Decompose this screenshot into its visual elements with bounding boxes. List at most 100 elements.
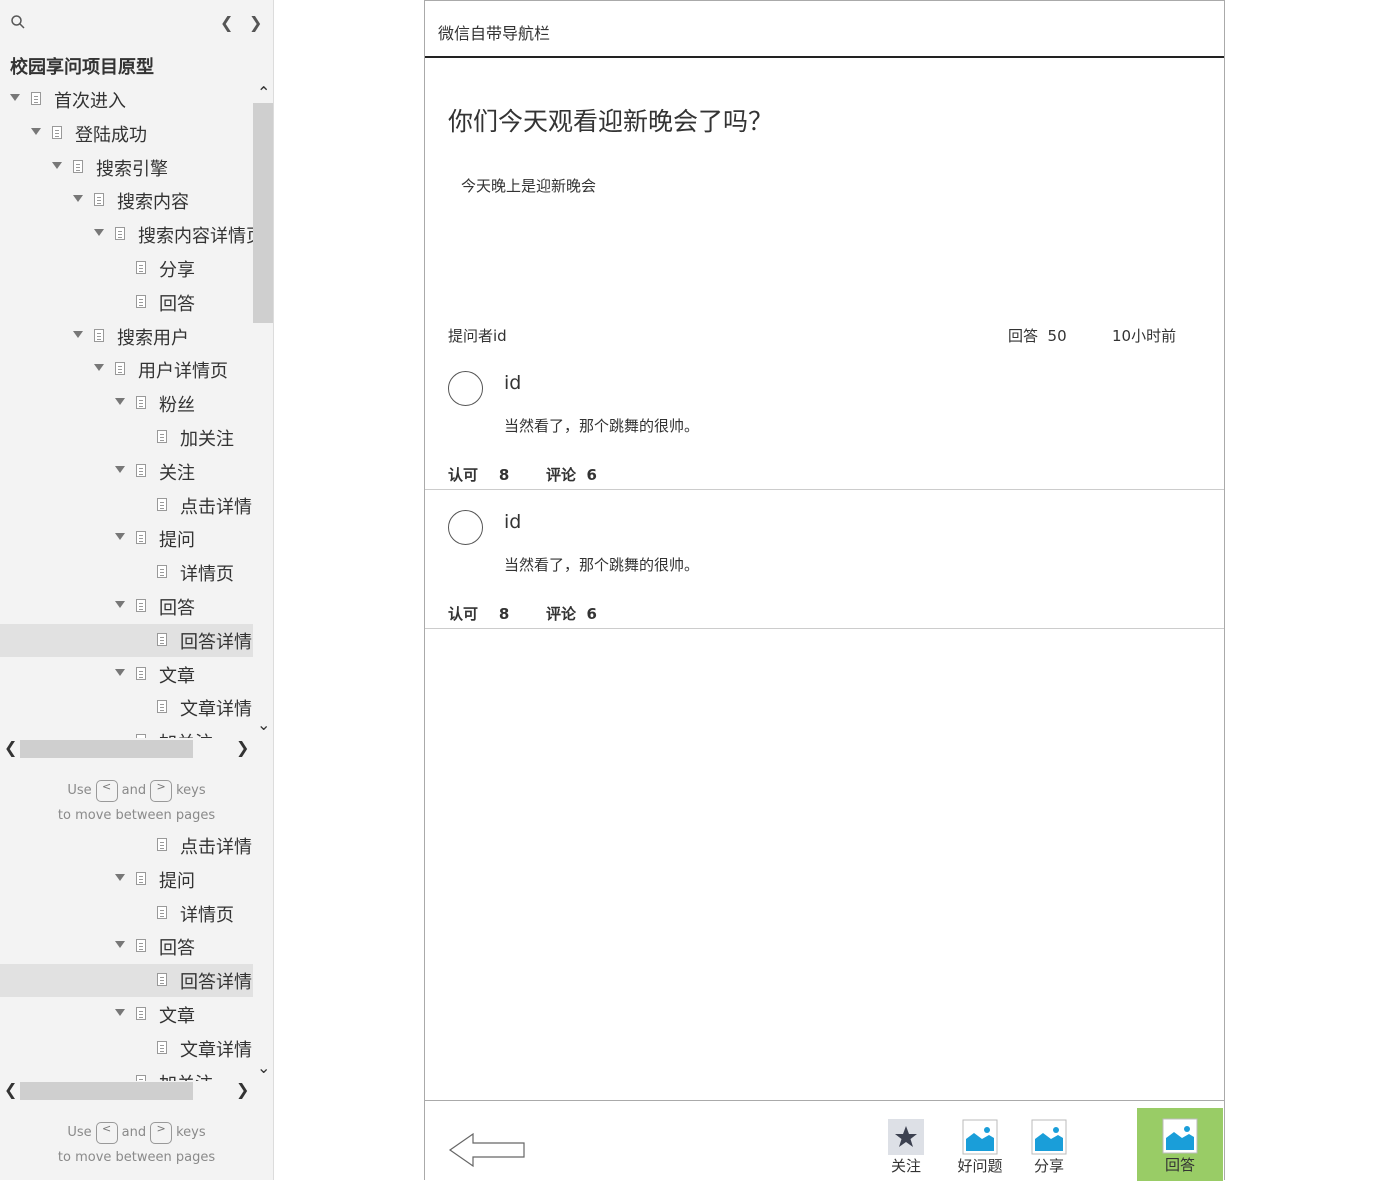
asker-id[interactable]: 提问者id [448,325,507,346]
tree-vertical-scrollbar[interactable]: ⌃ ⌄ [253,83,273,738]
image-icon [1162,1118,1198,1154]
scroll-right-icon[interactable]: ❯ [236,738,249,757]
sidebar-tree-item[interactable]: 回答 [0,590,253,623]
answer-button[interactable]: 回答 [1137,1108,1223,1181]
sidebar-tree-item[interactable]: 加关注 [0,1066,253,1081]
sidebar-tree-item[interactable]: 回答详情 [0,964,253,998]
expand-caret-icon[interactable] [115,601,125,608]
sidebar-tree-item[interactable]: 搜索内容 [0,184,253,217]
good-question-button[interactable]: 好问题 [950,1119,1010,1176]
expand-caret-icon[interactable] [115,1009,125,1016]
page-icon [136,939,146,953]
scroll-down-icon[interactable]: ⌄ [257,1058,270,1077]
prev-page-icon[interactable]: ❮ [220,13,233,32]
expand-caret-icon[interactable] [115,465,125,473]
expand-caret-icon[interactable] [115,873,125,881]
sidebar-tree-item[interactable]: 分享 [0,252,253,285]
comment-count[interactable]: 评论 6 [546,603,597,624]
avatar[interactable] [448,510,483,545]
sidebar-tree-item[interactable]: 点击详情 [0,829,253,862]
sidebar-tree-item[interactable]: 回答 [0,286,253,319]
next-page-icon[interactable]: ❯ [249,13,262,32]
scroll-right-icon[interactable]: ❯ [236,1080,249,1099]
answerer-id[interactable]: id [504,511,521,533]
sidebar-tree-label: 文章 [159,665,195,687]
expand-caret-icon[interactable] [31,127,41,135]
page-icon [136,294,146,308]
answer-item[interactable]: id 当然看了，那个跳舞的很帅。 认可 8 评论 6 [425,489,1224,629]
expand-caret-icon[interactable] [52,161,62,169]
sidebar-tree-item[interactable]: 点击详情 [0,489,253,522]
keyboard-hint: Use < and > keys to move between pages [57,779,216,823]
sidebar-tree-item[interactable]: 加关注 [0,725,253,738]
page-icon [157,700,167,714]
sidebar-tree-label: 回答详情 [180,972,252,994]
sidebar-tree-item[interactable]: 搜索引擎 [0,151,253,184]
expand-caret-icon[interactable] [94,229,104,237]
page-icon [94,328,104,342]
sidebar-tree-label: 加关注 [159,729,213,738]
prev-key-icon: < [95,779,118,802]
wechat-navbar: 微信自带导航栏 [425,0,1224,58]
sidebar-tree-item[interactable]: 详情页 [0,556,253,589]
sidebar-tree-item[interactable]: 文章 [0,658,253,691]
project-title: 校园享问项目原型 [10,57,154,78]
expand-caret-icon[interactable] [73,330,83,338]
sidebar-tree-item[interactable]: 加关注 [0,421,253,454]
sidebar-tree-item[interactable]: 回答详情 [0,623,253,657]
approve-count[interactable]: 认可 8 [448,464,509,485]
page-icon [115,227,125,241]
scrollbar-thumb[interactable] [253,103,273,323]
follow-label: 关注 [890,1157,921,1175]
sidebar-tree-item[interactable]: 用户详情页 [0,353,253,386]
expand-caret-icon[interactable] [115,398,125,406]
tree-horizontal-scrollbar[interactable]: ❮ ❯ [0,738,253,760]
avatar[interactable] [448,371,483,406]
sidebar-tree-item[interactable]: 搜索内容详情页 [0,218,253,251]
sidebar-tree-item[interactable]: 登陆成功 [0,117,253,150]
sidebar-tree-item[interactable]: 回答 [0,930,253,963]
scroll-down-icon[interactable]: ⌄ [257,715,270,734]
sidebar-tree-item[interactable]: 提问 [0,522,253,555]
sidebar-tree-item[interactable]: 详情页 [0,897,253,930]
sidebar-tree-label: 提问 [159,530,195,552]
scrollbar-thumb[interactable] [20,740,193,758]
expand-caret-icon[interactable] [115,941,125,949]
tree-vertical-scrollbar[interactable]: ⌄ [253,1058,273,1081]
sidebar-tree-item[interactable]: 提问 [0,863,253,896]
sidebar-tree-label: 粉丝 [159,395,195,417]
expand-caret-icon[interactable] [94,364,104,372]
sidebar-tree-item[interactable]: 搜索用户 [0,320,253,353]
good-question-label: 好问题 [957,1157,1003,1175]
approve-count[interactable]: 认可 8 [448,603,509,624]
sidebar-tree-item[interactable]: 关注 [0,455,253,488]
sidebar-tree-label: 文章详情 [180,1039,252,1061]
answer-item[interactable]: id 当然看了，那个跳舞的很帅。 认可 8 评论 6 [425,350,1224,490]
expand-caret-icon[interactable] [10,94,20,101]
search-icon[interactable] [10,14,26,30]
sidebar-tree-item[interactable]: 首次进入 [0,83,253,116]
sidebar-tree-item[interactable]: 文章 [0,998,253,1031]
comment-count[interactable]: 评论 6 [546,464,597,485]
page-icon [136,463,146,477]
sidebar-tree-label: 搜索用户 [117,327,189,349]
scroll-left-icon[interactable]: ❮ [4,738,17,757]
scroll-left-icon[interactable]: ❮ [4,1080,17,1099]
answerer-id[interactable]: id [504,372,521,394]
scroll-up-icon[interactable]: ⌃ [257,83,270,102]
share-button[interactable]: 分享 [1019,1119,1079,1176]
expand-caret-icon[interactable] [115,533,125,541]
expand-caret-icon[interactable] [73,195,83,203]
scrollbar-thumb[interactable] [20,1082,193,1100]
sidebar-tree-label: 关注 [159,462,195,484]
expand-caret-icon[interactable] [115,668,125,676]
sidebar-tree-item[interactable]: 文章详情 [0,691,253,724]
follow-button[interactable]: 关注 [876,1119,936,1176]
sidebar-tree-label: 详情页 [180,904,234,926]
tree-horizontal-scrollbar[interactable]: ❮ ❯ [0,1080,253,1102]
sidebar-tree-label: 详情页 [180,564,234,586]
back-arrow-icon[interactable] [447,1131,527,1171]
page-tree: 首次进入 登陆成功 搜索引擎 搜索内容 搜索内容详情页 分享 回答 搜索用户 用户详情页 粉丝 加关… [0,83,253,738]
sidebar-tree-item[interactable]: 粉丝 [0,387,253,420]
sidebar-tree-item[interactable]: 文章详情 [0,1032,253,1065]
